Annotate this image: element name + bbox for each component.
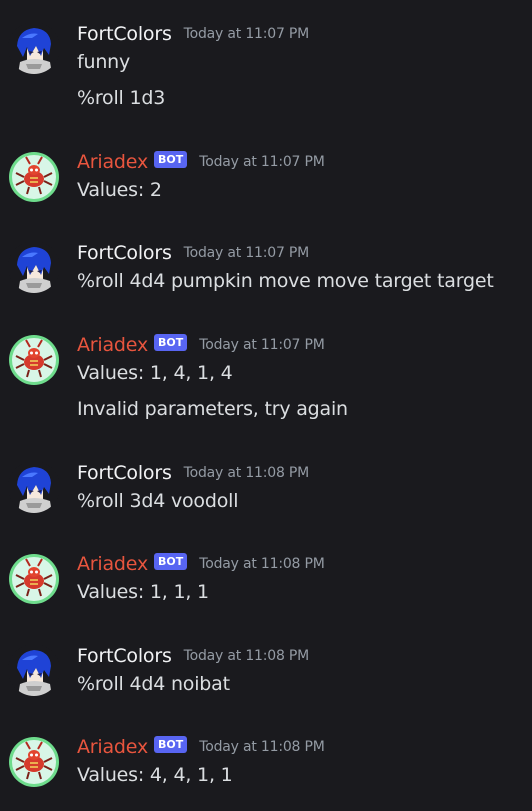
timestamp: Today at 11:07 PM [199, 154, 325, 170]
blue-hair-anime-avatar-icon [8, 461, 60, 513]
message-header: FortColors Today at 11:08 PM [77, 459, 309, 487]
username[interactable]: Ariadex [77, 736, 148, 758]
timestamp: Today at 11:08 PM [183, 465, 310, 481]
message-text: %roll 1d3 [77, 87, 166, 109]
red-bug-pokemon-avatar-icon [9, 335, 59, 385]
blue-hair-anime-avatar-icon [8, 22, 60, 74]
red-bug-pokemon-avatar-icon [9, 737, 59, 787]
message-text: funny [77, 51, 131, 73]
message-header: Ariadex BOT Today at 11:08 PM [77, 550, 325, 578]
bot-tag: BOT [154, 333, 188, 351]
bot-avatar[interactable] [8, 334, 60, 386]
blue-hair-anime-avatar-icon [8, 644, 60, 696]
message-header: FortColors Today at 11:07 PM [77, 239, 309, 267]
timestamp: Today at 11:07 PM [183, 26, 310, 42]
username[interactable]: FortColors [77, 242, 172, 264]
username[interactable]: Ariadex [77, 553, 148, 575]
blue-hair-anime-avatar-icon [8, 241, 60, 293]
user-avatar[interactable] [8, 241, 60, 293]
username[interactable]: FortColors [77, 23, 172, 45]
message-text: Values: 4, 4, 1, 1 [77, 764, 233, 786]
username[interactable]: Ariadex [77, 151, 148, 173]
message-header: Ariadex BOT Today at 11:07 PM [77, 148, 325, 176]
message-text: %roll 3d4 voodoll [77, 490, 239, 512]
username[interactable]: FortColors [77, 462, 172, 484]
message-text: Values: 1, 1, 1 [77, 581, 209, 603]
red-bug-pokemon-avatar-icon [9, 554, 59, 604]
timestamp: Today at 11:08 PM [183, 648, 310, 664]
bot-tag: BOT [154, 735, 188, 753]
timestamp: Today at 11:07 PM [183, 245, 310, 261]
user-avatar[interactable] [8, 22, 60, 74]
bot-avatar[interactable] [8, 151, 60, 203]
timestamp: Today at 11:07 PM [199, 337, 325, 353]
red-bug-pokemon-avatar-icon [9, 152, 59, 202]
bot-tag: BOT [154, 150, 188, 168]
message-header: Ariadex BOT Today at 11:07 PM [77, 331, 325, 359]
username[interactable]: Ariadex [77, 334, 148, 356]
message-text: Invalid parameters, try again [77, 398, 348, 420]
bot-avatar[interactable] [8, 553, 60, 605]
message-header: FortColors Today at 11:07 PM [77, 20, 309, 48]
message-header: FortColors Today at 11:08 PM [77, 642, 309, 670]
bot-avatar[interactable] [8, 736, 60, 788]
message-text: %roll 4d4 pumpkin move move target targe… [77, 270, 494, 292]
timestamp: Today at 11:08 PM [199, 556, 325, 572]
bot-tag: BOT [154, 552, 188, 570]
user-avatar[interactable] [8, 644, 60, 696]
message-header: Ariadex BOT Today at 11:08 PM [77, 733, 325, 761]
username[interactable]: FortColors [77, 645, 172, 667]
timestamp: Today at 11:08 PM [199, 739, 325, 755]
message-text: Values: 1, 4, 1, 4 [77, 362, 233, 384]
chat-message-list: FortColors Today at 11:07 PM funny %roll… [0, 0, 532, 811]
message-text: Values: 2 [77, 179, 162, 201]
user-avatar[interactable] [8, 461, 60, 513]
message-text: %roll 4d4 noibat [77, 673, 230, 695]
